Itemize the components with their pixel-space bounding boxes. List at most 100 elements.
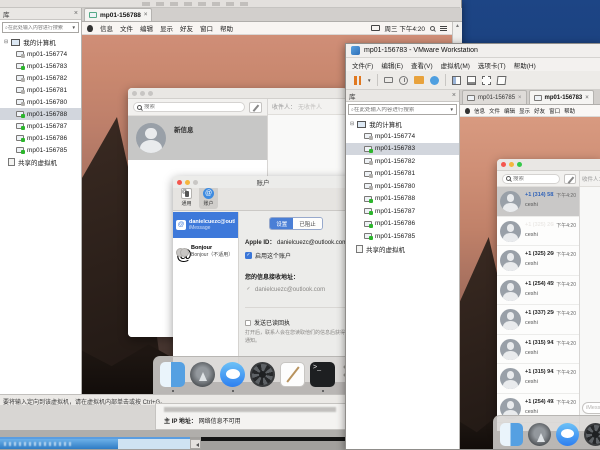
tree-root-my-computer[interactable]: ⊟ 我的计算机 [346, 118, 459, 130]
close-icon[interactable]: × [74, 10, 78, 17]
conversation-row[interactable]: +1 (337) 256-1651 下午4:20 ceshi [497, 305, 579, 335]
clone-icon[interactable] [430, 76, 439, 85]
vm-tab-156788[interactable]: mp01-156788 × [84, 8, 152, 21]
spotlight-icon[interactable] [430, 26, 435, 31]
close-icon[interactable] [501, 162, 506, 167]
notification-center-icon[interactable] [440, 26, 447, 31]
chevron-down-icon[interactable]: ▼ [450, 107, 454, 112]
apple-icon[interactable] [465, 108, 470, 114]
vm-tree-item[interactable]: mp01-156785 [346, 230, 459, 243]
titlebar[interactable]: 账户 [173, 176, 353, 188]
menu-item[interactable]: 文件 [489, 107, 500, 115]
conversation-row[interactable]: +1 (314) 581-8726 下午4:20 ceshi [497, 187, 579, 217]
titlebar[interactable] [128, 88, 347, 99]
vm-tree-item[interactable]: mp01-156774 [0, 48, 81, 60]
address-checkbox[interactable]: ✓ [245, 286, 252, 293]
tree-shared-vms[interactable]: 共享的虚拟机 [0, 156, 81, 168]
enable-account-checkbox[interactable]: ✓ [245, 252, 252, 259]
search-input[interactable] [144, 104, 241, 110]
scroll-left-icon[interactable] [190, 439, 201, 449]
conversation-row[interactable]: +1 (325) 268-2268 下午4:20 ceshi [497, 217, 579, 247]
library-search-input[interactable] [354, 107, 450, 113]
search-field[interactable] [502, 174, 560, 184]
menu-item[interactable]: 显示 [160, 23, 173, 33]
console-view-icon[interactable] [467, 76, 476, 85]
app-menu-item[interactable]: 文件(F) [352, 60, 373, 70]
vm-tree-item[interactable]: mp01-156781 [346, 168, 459, 181]
vm-tree-item[interactable]: mp01-156786 [0, 132, 81, 144]
vm-tree-item[interactable]: mp01-156788 [0, 108, 81, 120]
vm-tab[interactable]: mp01-156785 × [462, 90, 527, 104]
app-menu-item[interactable]: 编辑(E) [381, 60, 403, 70]
to-header[interactable]: 收件人： 无收件人 [268, 99, 347, 115]
prefs-toolbar-button[interactable]: @ 账户 [199, 186, 218, 209]
unity-icon[interactable] [497, 76, 507, 85]
vm-tree-item[interactable]: mp01-156787 [0, 120, 81, 132]
conversation-row[interactable]: +1 (315) 941-6131 下午4:20 ceshi [497, 335, 579, 365]
menu-item[interactable]: 窗口 [200, 23, 213, 33]
pause-caret-icon[interactable]: ▼ [367, 78, 371, 83]
app-menu-item[interactable]: 查看(V) [411, 60, 433, 70]
app-menu-item[interactable]: 虚拟机(M) [441, 60, 470, 70]
close-tab-icon[interactable]: × [585, 95, 589, 101]
compose-icon[interactable] [249, 102, 262, 113]
account-item[interactable]: @ danielcuezc@outlo… iMessage [173, 212, 238, 238]
close-icon[interactable] [132, 91, 137, 96]
conversation-row[interactable]: +1 (254) 459-2268 下午4:20 ceshi [497, 276, 579, 306]
dock-icon[interactable] [556, 423, 579, 446]
minimize-icon[interactable] [509, 162, 514, 167]
vm-tree-item[interactable]: mp01-156783 [346, 143, 459, 156]
progress-played[interactable] [0, 439, 118, 449]
zoom-icon[interactable] [517, 162, 522, 167]
dock-icon[interactable] [528, 423, 551, 446]
menu-item[interactable]: 编辑 [504, 107, 515, 115]
library-search[interactable]: ⌕ ▼ [348, 104, 457, 115]
dock-icon[interactable] [310, 362, 335, 387]
dock-icon[interactable] [220, 362, 245, 387]
vm-tree-item[interactable]: mp01-156787 [346, 205, 459, 218]
vm-screen-2[interactable]: +1 (314) 581-8726 下午4:20 ceshi +1 (325) … [460, 117, 600, 449]
vm-tree-item[interactable]: mp01-156781 [0, 84, 81, 96]
menu-item[interactable]: 信息 [100, 23, 113, 33]
vm-tree-item[interactable]: mp01-156782 [0, 72, 81, 84]
compose-icon[interactable] [564, 174, 576, 184]
close-tab-icon[interactable]: × [518, 95, 522, 101]
vm-tree-item[interactable]: mp01-156783 [0, 60, 81, 72]
collapse-icon[interactable]: ⊟ [4, 39, 8, 45]
new-message-row[interactable]: 新信息 [128, 116, 267, 160]
minimize-icon[interactable] [140, 91, 145, 96]
library-search-input[interactable] [8, 25, 72, 31]
read-receipt-checkbox[interactable] [245, 320, 251, 326]
dock-icon[interactable] [160, 362, 185, 387]
titlebar[interactable] [497, 159, 600, 171]
dock-icon[interactable] [584, 423, 600, 446]
vm-tree-item[interactable]: mp01-156786 [346, 218, 459, 231]
prefs-toolbar-button[interactable]: @ 通用 [177, 186, 196, 209]
app-menu-item[interactable]: 帮助(H) [514, 60, 536, 70]
account-item[interactable]: @ Bonjour Bonjour（不适用） [173, 238, 238, 264]
menu-item[interactable]: 显示 [519, 107, 530, 115]
imessage-input[interactable]: iMessage [582, 402, 600, 414]
dock-icon[interactable] [500, 423, 523, 446]
app-menu-item[interactable]: 选项卡(T) [478, 60, 506, 70]
tree-shared-vms[interactable]: 共享的虚拟机 [346, 243, 459, 255]
menu-item[interactable]: 文件 [120, 23, 133, 33]
ctrl-alt-del-icon[interactable] [384, 77, 393, 83]
dock-icon[interactable] [280, 362, 305, 387]
vm-tab[interactable]: mp01-156783 × [529, 90, 594, 104]
vm-tree-item[interactable]: mp01-156780 [346, 180, 459, 193]
menu-item[interactable]: 帮助 [220, 23, 233, 33]
conversation-row[interactable]: +1 (315) 941-0337 下午4:20 ceshi [497, 364, 579, 394]
vm-tree-item[interactable]: mp01-156782 [346, 155, 459, 168]
menu-item[interactable]: 帮助 [564, 107, 575, 115]
pause-button[interactable] [354, 76, 361, 85]
close-tab-icon[interactable]: × [144, 12, 148, 18]
tab[interactable]: 已阻止 [293, 218, 322, 229]
tree-root-my-computer[interactable]: ⊟ 我的计算机 [0, 36, 81, 48]
dock-icon[interactable] [190, 362, 215, 387]
vm-tree-item[interactable]: mp01-156785 [0, 144, 81, 156]
menu-item[interactable]: 编辑 [140, 23, 153, 33]
minimize-icon[interactable] [185, 180, 190, 185]
zoom-icon[interactable] [193, 180, 198, 185]
vm-tree-item[interactable]: mp01-156788 [346, 193, 459, 206]
